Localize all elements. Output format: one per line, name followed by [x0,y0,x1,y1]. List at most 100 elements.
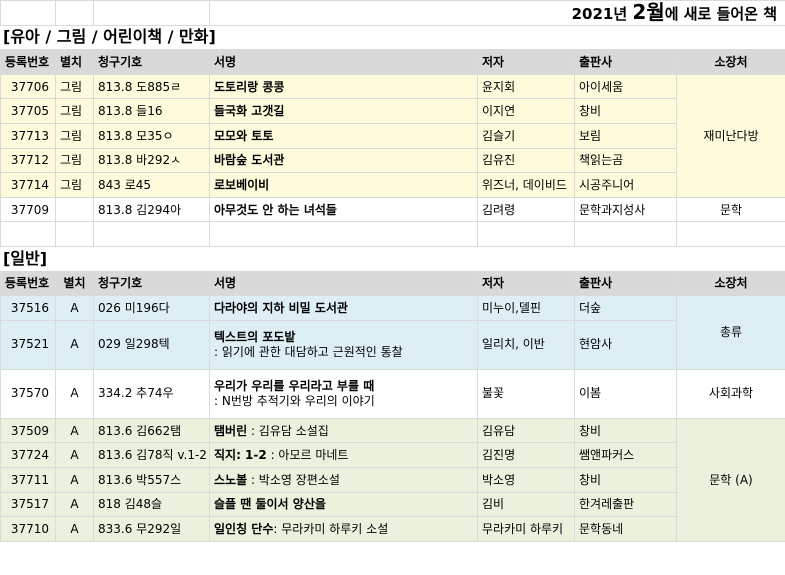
cell-sep[interactable]: A [55,442,94,468]
cell-location[interactable]: 문학 (A) [675,417,785,542]
cell-publisher[interactable]: 더숲 [574,295,677,321]
cell-reg[interactable]: 37713 [0,122,56,149]
cell-sep[interactable]: A [55,368,94,419]
cell-location[interactable]: 총류 [675,295,785,370]
cell-title[interactable]: 아무것도 안 하는 녀석들 [209,196,478,223]
cell-author[interactable]: 미누이,델핀 [477,295,575,321]
cell-reg[interactable]: 37724 [0,442,56,468]
cell-reg[interactable]: 37509 [0,417,56,444]
cell-call[interactable]: 813.8 도885ㄹ [93,73,210,100]
cell-sep[interactable]: A [55,295,94,321]
cell-reg[interactable]: 37516 [0,295,56,321]
cell-sep[interactable]: 그림 [55,147,94,174]
table-row[interactable]: 37711 A 813.6 박557스 스노볼 : 박소영 장편소설 박소영 창… [0,466,785,493]
empty-row[interactable] [0,221,785,247]
table-row[interactable]: 37517 A 818 김48슬 슬플 땐 둘이서 양산을 김비 한겨레출판 [0,491,785,518]
cell-call[interactable]: 813.6 박557스 [93,466,210,493]
cell-author[interactable]: 박소영 [477,466,575,493]
cell-sep[interactable]: A [55,516,94,542]
cell-call[interactable]: 026 미196다 [93,295,210,321]
cell-sep[interactable]: A [55,417,94,444]
cell-title[interactable]: 모모와 토토 [209,122,478,149]
cell-call[interactable]: 029 일298텍 [93,319,210,370]
cell-author[interactable]: 일리치, 이반 [477,319,575,370]
cell-sep[interactable]: A [55,319,94,370]
cell-author[interactable]: 김비 [477,491,575,518]
table-row[interactable]: 37724 A 813.6 김78직 v.1-2 직지: 1-2 : 아모르 마… [0,442,785,468]
cell-author[interactable]: 김슬기 [477,122,575,149]
cell-reg[interactable]: 37517 [0,491,56,518]
cell-title[interactable]: 우리가 우리를 우리라고 부를 때 : N번방 추적기와 우리의 이야기 [209,368,478,419]
cell-title[interactable]: 텍스트의 포도밭 : 읽기에 관한 대담하고 근원적인 통찰 [209,319,478,370]
cell-reg[interactable]: 37709 [0,196,56,223]
table-row[interactable]: 37706 그림 813.8 도885ㄹ 도토리랑 콩콩 윤지회 아이세움 재미… [0,73,785,198]
cell-reg[interactable]: 37705 [0,98,56,124]
cell-author[interactable]: 김진명 [477,442,575,468]
cell-call[interactable]: 813.6 김662탬 [93,417,210,444]
cell-sep[interactable]: A [55,491,94,518]
cell-publisher[interactable]: 한겨레출판 [574,491,677,518]
cell-location[interactable]: 재미난다방 [675,73,785,198]
cell-title[interactable]: 슬플 땐 둘이서 양산을 [209,491,478,518]
cell-call[interactable]: 813.8 모35ㅇ [93,122,210,149]
cell-title[interactable]: 바람숲 도서관 [209,147,478,174]
cell-title[interactable]: 로보베이비 [209,172,478,198]
cell-title[interactable]: 다라야의 지하 비밀 도서관 [209,295,478,321]
cell-author[interactable]: 무라카미 하루키 [477,516,575,542]
table-row[interactable]: 37521 A 029 일298텍 텍스트의 포도밭 : 읽기에 관한 대담하고… [0,319,785,370]
table-row[interactable]: 37714 그림 843 로45 로보베이비 위즈너, 데이비드 시공주니어 [0,172,785,198]
cell-publisher[interactable]: 창비 [574,466,677,493]
cell-reg[interactable]: 37712 [0,147,56,174]
table-row[interactable]: 37516 A 026 미196다 다라야의 지하 비밀 도서관 미누이,델핀 … [0,295,785,370]
table-row[interactable]: 37712 그림 813.8 바292ㅅ 바람숲 도서관 김유진 책읽는곰 [0,147,785,174]
table-row[interactable]: 37710 A 833.6 무292일 일인칭 단수: 무라카미 하루키 소설 … [0,516,785,542]
cell-publisher[interactable]: 현암사 [574,319,677,370]
cell-reg[interactable]: 37706 [0,73,56,100]
cell-author[interactable]: 김유담 [477,417,575,444]
cell-call[interactable]: 818 김48슬 [93,491,210,518]
cell-author[interactable]: 김유진 [477,147,575,174]
cell-sep[interactable]: 그림 [55,172,94,198]
table-row[interactable]: 37570 A 334.2 추74우 우리가 우리를 우리라고 부를 때 : N… [0,368,785,419]
cell-call[interactable]: 813.8 바292ㅅ [93,147,210,174]
table-row[interactable]: 37709 813.8 김294아 아무것도 안 하는 녀석들 김려령 문학과지… [0,196,785,223]
cell-publisher[interactable]: 문학동네 [574,516,677,542]
cell-sep[interactable] [55,196,94,223]
cell-call[interactable]: 813.6 김78직 v.1-2 [93,442,210,468]
cell-sep[interactable]: 그림 [55,98,94,124]
cell-title[interactable]: 스노볼 : 박소영 장편소설 [209,466,478,493]
cell-reg[interactable]: 37711 [0,466,56,493]
cell-reg[interactable]: 37521 [0,319,56,370]
cell-call[interactable]: 813.8 들16 [93,98,210,124]
cell-publisher[interactable]: 창비 [574,98,677,124]
cell-sep[interactable]: 그림 [55,122,94,149]
cell-author[interactable]: 윤지회 [477,73,575,100]
cell-publisher[interactable]: 이봄 [574,368,677,419]
cell-sep[interactable]: 그림 [55,73,94,100]
cell-author[interactable]: 불꽃 [477,368,575,419]
cell-publisher[interactable]: 보림 [574,122,677,149]
cell-title[interactable]: 직지: 1-2 : 아모르 마네트 [209,442,478,468]
cell-reg[interactable]: 37570 [0,368,56,419]
cell-author[interactable]: 김려령 [477,196,575,223]
cell-publisher[interactable]: 책읽는곰 [574,147,677,174]
table-row[interactable]: 37713 그림 813.8 모35ㅇ 모모와 토토 김슬기 보림 [0,122,785,149]
cell-location[interactable]: 문학 [675,196,785,223]
cell-reg[interactable]: 37714 [0,172,56,198]
cell-publisher[interactable]: 시공주니어 [574,172,677,198]
table-row[interactable]: 37509 A 813.6 김662탬 탬버린 : 김유담 소설집 김유담 창비… [0,417,785,542]
cell-author[interactable]: 위즈너, 데이비드 [477,172,575,198]
cell-location[interactable]: 사회과학 [675,368,785,419]
cell-publisher[interactable]: 문학과지성사 [574,196,677,223]
table-row[interactable]: 37705 그림 813.8 들16 들국화 고갯길 이지연 창비 [0,98,785,124]
cell-call[interactable]: 843 로45 [93,172,210,198]
cell-title[interactable]: 일인칭 단수: 무라카미 하루키 소설 [209,516,478,542]
cell-title[interactable]: 탬버린 : 김유담 소설집 [209,417,478,444]
cell-title[interactable]: 들국화 고갯길 [209,98,478,124]
cell-sep[interactable]: A [55,466,94,493]
cell-reg[interactable]: 37710 [0,516,56,542]
cell-call[interactable]: 813.8 김294아 [93,196,210,223]
cell-author[interactable]: 이지연 [477,98,575,124]
cell-call[interactable]: 334.2 추74우 [93,368,210,419]
cell-call[interactable]: 833.6 무292일 [93,516,210,542]
